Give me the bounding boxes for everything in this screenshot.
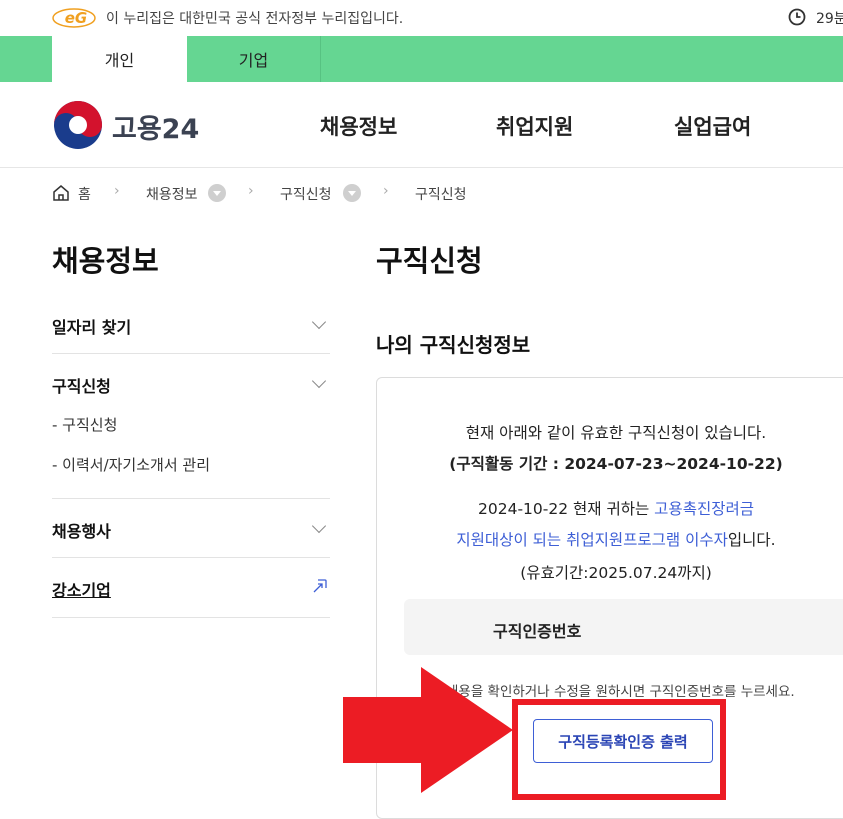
eligibility-link-incentive[interactable]: 고용촉진장려금 [654, 500, 754, 518]
eligibility-line-1: 2024-10-22 현재 귀하는 고용촉진장려금 [376, 497, 843, 519]
sidebar-item-job-events[interactable]: 채용행사 [52, 518, 111, 542]
chevron-down-icon[interactable] [311, 373, 327, 389]
gov-banner-text: 이 누리집은 대한민국 공식 전자정부 누리집입니다. [106, 11, 404, 27]
eligibility-link-program[interactable]: 지원대상이 되는 취업지원프로그램 이수자 [456, 531, 727, 549]
sidebar-item-small-giant-companies[interactable]: 강소기업 [52, 577, 111, 601]
breadcrumb-item-job-info[interactable]: 채용정보 [146, 184, 198, 204]
validity-period: (유효기간:2025.07.24까지) [520, 564, 712, 582]
highlight-box [512, 699, 726, 800]
sidebar-item-job-search[interactable]: 일자리 찾기 [52, 314, 131, 338]
breadcrumb-separator-icon: › [383, 183, 389, 199]
eligibility-prefix: 2024-10-22 현재 귀하는 [478, 500, 655, 518]
page-title: 구직신청 [376, 244, 483, 278]
eligibility-line-2: 지원대상이 되는 취업지원프로그램 이수자입니다. [376, 528, 843, 550]
breadcrumb-current: 구직신청 [415, 187, 467, 203]
session-time: 29분 [816, 11, 843, 27]
status-message: 현재 아래와 같이 유효한 구직신청이 있습니다. [465, 424, 767, 442]
breadcrumb-separator-icon: › [114, 183, 120, 199]
chevron-down-icon[interactable] [311, 314, 327, 330]
sidebar-title: 채용정보 [52, 244, 159, 278]
red-arrow-icon [343, 667, 513, 793]
sidebar-divider [52, 617, 330, 618]
cert-number-label[interactable]: 구직인증번호 [493, 618, 581, 642]
breadcrumb-dropdown-icon[interactable] [208, 184, 226, 202]
sidebar-divider [52, 353, 330, 354]
sidebar-item-job-application[interactable]: 구직신청 [52, 373, 111, 397]
cert-number-box[interactable] [404, 599, 843, 655]
egov-logo-icon: eG [52, 8, 96, 28]
nav-unemployment-benefit[interactable]: 실업급여 [674, 111, 751, 141]
site-header: 고용24 채용정보 취업지원 실업급여 [0, 82, 843, 168]
taegeuk-logo-icon[interactable] [52, 99, 104, 151]
eligibility-suffix: 입니다. [727, 531, 776, 549]
sidebar-divider [52, 498, 330, 499]
job-activity-period: (구직활동 기간 : 2024-07-23~2024-10-22) [449, 455, 783, 473]
tab-personal[interactable]: 개인 [52, 36, 187, 82]
sidebar-divider [52, 557, 330, 558]
sidebar-subitem-resume-management[interactable]: - 이력서/자기소개서 관리 [52, 454, 210, 475]
site-logo-text[interactable]: 고용24 [112, 107, 199, 146]
nav-job-info[interactable]: 채용정보 [320, 111, 397, 141]
breadcrumb-item-job-application[interactable]: 구직신청 [280, 184, 332, 204]
tab-corporate[interactable]: 기업 [187, 36, 321, 82]
breadcrumb-dropdown-icon[interactable] [343, 184, 361, 202]
sidebar-subitem-job-application[interactable]: - 구직신청 [52, 414, 117, 435]
home-icon[interactable] [52, 184, 70, 202]
svg-text:eG: eG [65, 9, 88, 27]
clock-icon [788, 8, 806, 26]
chevron-down-icon[interactable] [311, 518, 327, 534]
user-type-tabs: 개인 기업 [0, 36, 843, 82]
section-title: 나의 구직신청정보 [376, 333, 531, 357]
nav-employment-support[interactable]: 취업지원 [496, 111, 573, 141]
external-link-icon[interactable] [312, 578, 328, 594]
breadcrumb-separator-icon: › [248, 183, 254, 199]
breadcrumb-home[interactable]: 홈 [78, 184, 91, 204]
